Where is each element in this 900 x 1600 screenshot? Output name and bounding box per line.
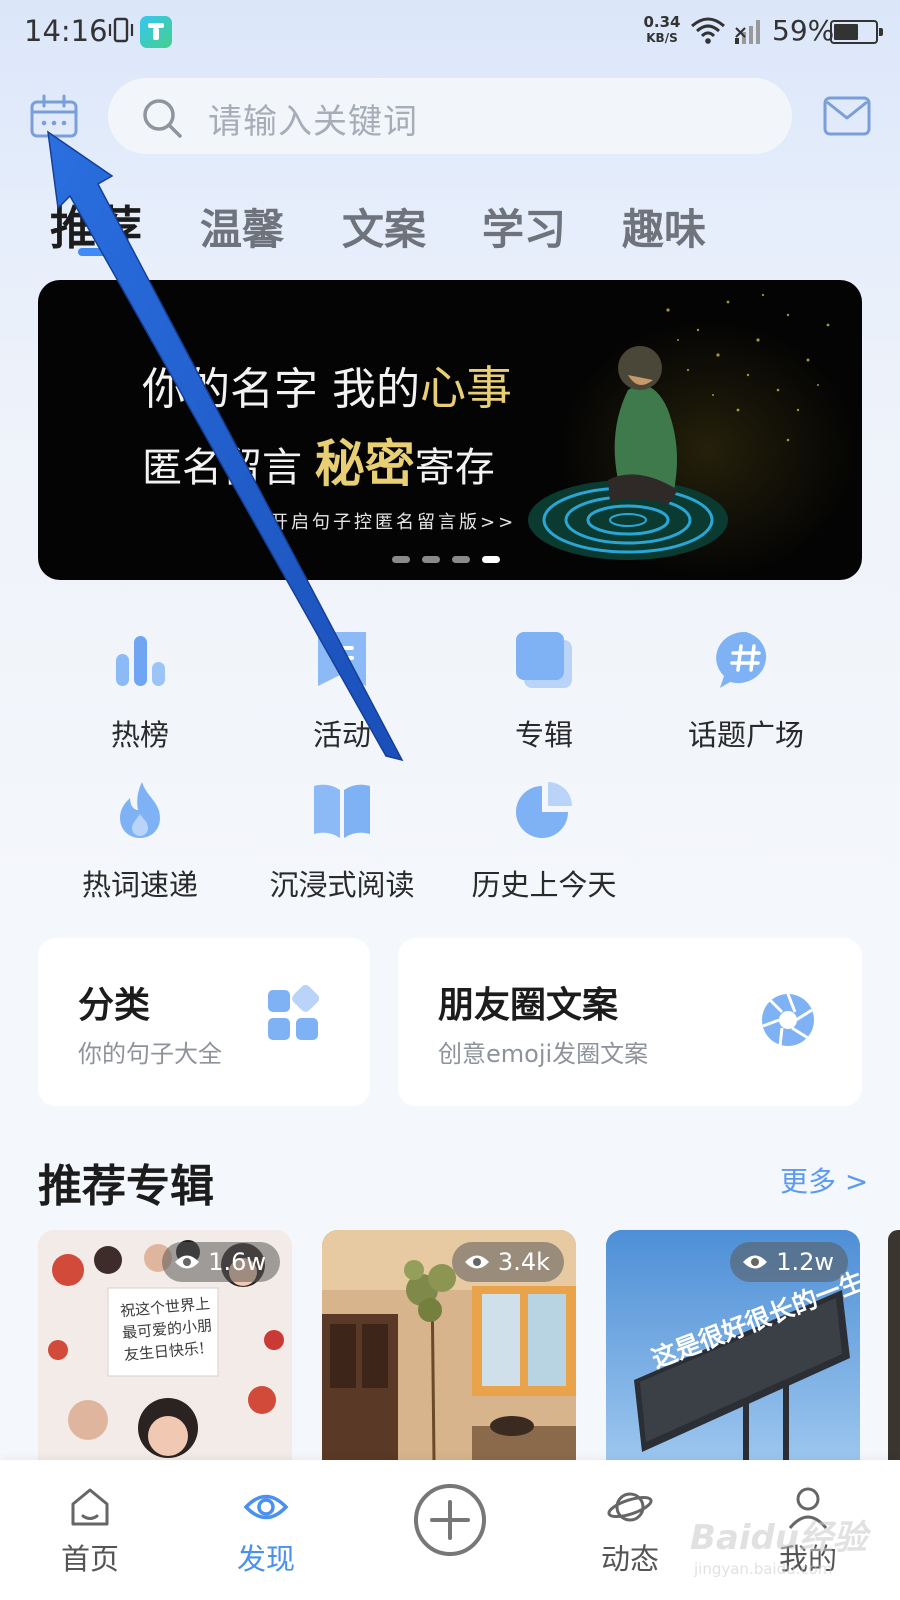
wifi-icon: [691, 17, 725, 44]
album-card[interactable]: 祝这个世界上最可爱的小朋友生日快乐! 1.6w: [38, 1230, 292, 1460]
hashtag-bubble-icon: [716, 631, 767, 688]
nav-label: 发现: [236, 1542, 295, 1576]
active-tab-indicator: [78, 248, 130, 256]
banner-line1-part-a: 你的名字 我的: [142, 364, 420, 415]
feature-label: 话题广场: [687, 718, 804, 752]
planet-icon: [607, 1492, 653, 1522]
nav-home[interactable]: 首页: [20, 1460, 160, 1600]
banner-headline-line1: 你的名字 我的心事: [142, 352, 512, 418]
view-count-badge: 1.2w: [730, 1242, 848, 1282]
network-speed: 0.34 KB/S: [640, 14, 684, 46]
banner-headline-line2: 匿名留言 秘密寄存: [142, 424, 495, 496]
view-count-badge: 1.6w: [162, 1242, 280, 1282]
banner-line1-highlight: 心事: [420, 361, 512, 415]
search-icon: [143, 99, 182, 138]
album-card[interactable]: 3.4k: [322, 1230, 576, 1460]
feature-label: 活动: [312, 718, 371, 752]
feature-activities[interactable]: 活动: [242, 628, 442, 754]
feature-label: 沉浸式阅读: [269, 868, 415, 902]
album-card-partial[interactable]: [888, 1230, 900, 1460]
more-link[interactable]: 更多 >: [780, 1160, 868, 1200]
feature-today-in-history[interactable]: 历史上今天: [444, 778, 644, 904]
moments-copy-card[interactable]: 朋友圈文案 创意emoji发圈文案: [398, 938, 862, 1106]
feature-label: 专辑: [514, 718, 573, 752]
banner-dot-active[interactable]: [482, 556, 500, 563]
view-count: 3.4k: [497, 1248, 550, 1276]
home-icon: [71, 1488, 109, 1526]
eye-icon: [243, 1494, 289, 1520]
battery-fill: [834, 24, 858, 40]
banner-line2-highlight: 秘密: [314, 434, 415, 493]
feature-label: 历史上今天: [471, 868, 617, 902]
mail-icon[interactable]: [822, 94, 872, 138]
promo-banner[interactable]: 你的名字 我的心事 匿名留言 秘密寄存 开启句子控匿名留言版>>: [38, 280, 862, 580]
card-subtitle: 创意emoji发圈文案: [438, 1040, 649, 1068]
open-book-icon: [314, 784, 370, 838]
status-time: 14:16: [24, 14, 108, 48]
section-title-recommended-albums: 推荐专辑: [38, 1161, 214, 1212]
banner-line2-part-a: 匿名留言: [142, 445, 315, 491]
eye-icon: [743, 1255, 768, 1268]
battery-percentage: 59%: [772, 14, 835, 47]
nav-label: 首页: [60, 1542, 119, 1576]
category-card[interactable]: 分类 你的句子大全: [38, 938, 370, 1106]
battery-icon: [830, 20, 883, 44]
feature-label: 热榜: [110, 718, 169, 752]
feature-albums[interactable]: 专辑: [444, 628, 644, 754]
status-bar: 14:16 0.34 KB/S 59%: [0, 0, 900, 62]
feature-topic-square[interactable]: 话题广场: [646, 628, 846, 754]
card-title: 分类: [78, 984, 151, 1026]
search-placeholder: 请输入关键词: [208, 102, 418, 142]
view-count: 1.2w: [776, 1248, 834, 1276]
album-stack-icon: [516, 632, 572, 688]
banner-dot[interactable]: [452, 556, 470, 563]
card-title: 朋友圈文案: [438, 984, 619, 1026]
tab-warm[interactable]: 温馨: [200, 196, 284, 257]
eye-icon: [464, 1255, 489, 1268]
add-circle-icon[interactable]: [412, 1482, 488, 1558]
nav-discover[interactable]: 发现: [196, 1460, 336, 1600]
view-count-badge: 3.4k: [451, 1242, 564, 1282]
network-speed-value: 0.34: [643, 13, 681, 31]
watermark-url: jingyan.baidu.com: [694, 1560, 833, 1578]
card-subtitle: 你的句子大全: [78, 1040, 222, 1068]
pie-clock-icon: [516, 782, 572, 838]
tab-copywriting[interactable]: 文案: [342, 196, 426, 257]
search-bar[interactable]: 请输入关键词: [108, 78, 792, 154]
watermark-brand: Baidu经验: [690, 1518, 868, 1558]
banner-illustration: [528, 293, 830, 560]
feature-immersive-reading[interactable]: 沉浸式阅读: [242, 778, 442, 904]
banner-dot[interactable]: [422, 556, 440, 563]
album-note-text: 祝这个世界上最可爱的小朋友生日快乐!: [119, 1294, 213, 1365]
tab-fun[interactable]: 趣味: [622, 196, 706, 257]
feature-hot-words[interactable]: 热词速递: [40, 778, 240, 904]
watermark: Baidu经验 jingyan.baidu.com: [690, 1510, 867, 1590]
album-card[interactable]: 这是很好很长的一生 1.2w: [606, 1230, 860, 1460]
eye-icon: [175, 1255, 200, 1268]
calendar-icon[interactable]: [28, 94, 80, 140]
app-notification-icon: [140, 16, 172, 48]
view-count: 1.6w: [208, 1248, 266, 1276]
feature-label: 热词速递: [81, 868, 198, 902]
aperture-icon: [762, 993, 814, 1047]
banner-cta[interactable]: 开启句子控匿名留言版>>: [270, 508, 516, 534]
flame-icon: [120, 782, 160, 838]
nav-label: 动态: [600, 1542, 659, 1576]
banner-dot[interactable]: [392, 556, 410, 563]
feature-hot-list[interactable]: 热榜: [40, 628, 240, 754]
network-speed-unit: KB/S: [646, 31, 678, 45]
tab-study[interactable]: 学习: [482, 196, 566, 257]
bar-chart-icon: [116, 636, 165, 686]
nav-feed[interactable]: 动态: [560, 1460, 700, 1600]
bookmark-list-icon: [318, 632, 366, 686]
category-grid-icon: [268, 984, 320, 1040]
cellular-signal-icon: [735, 20, 760, 44]
vibrate-icon: [108, 17, 134, 43]
banner-line2-part-c: 寄存: [414, 445, 495, 491]
